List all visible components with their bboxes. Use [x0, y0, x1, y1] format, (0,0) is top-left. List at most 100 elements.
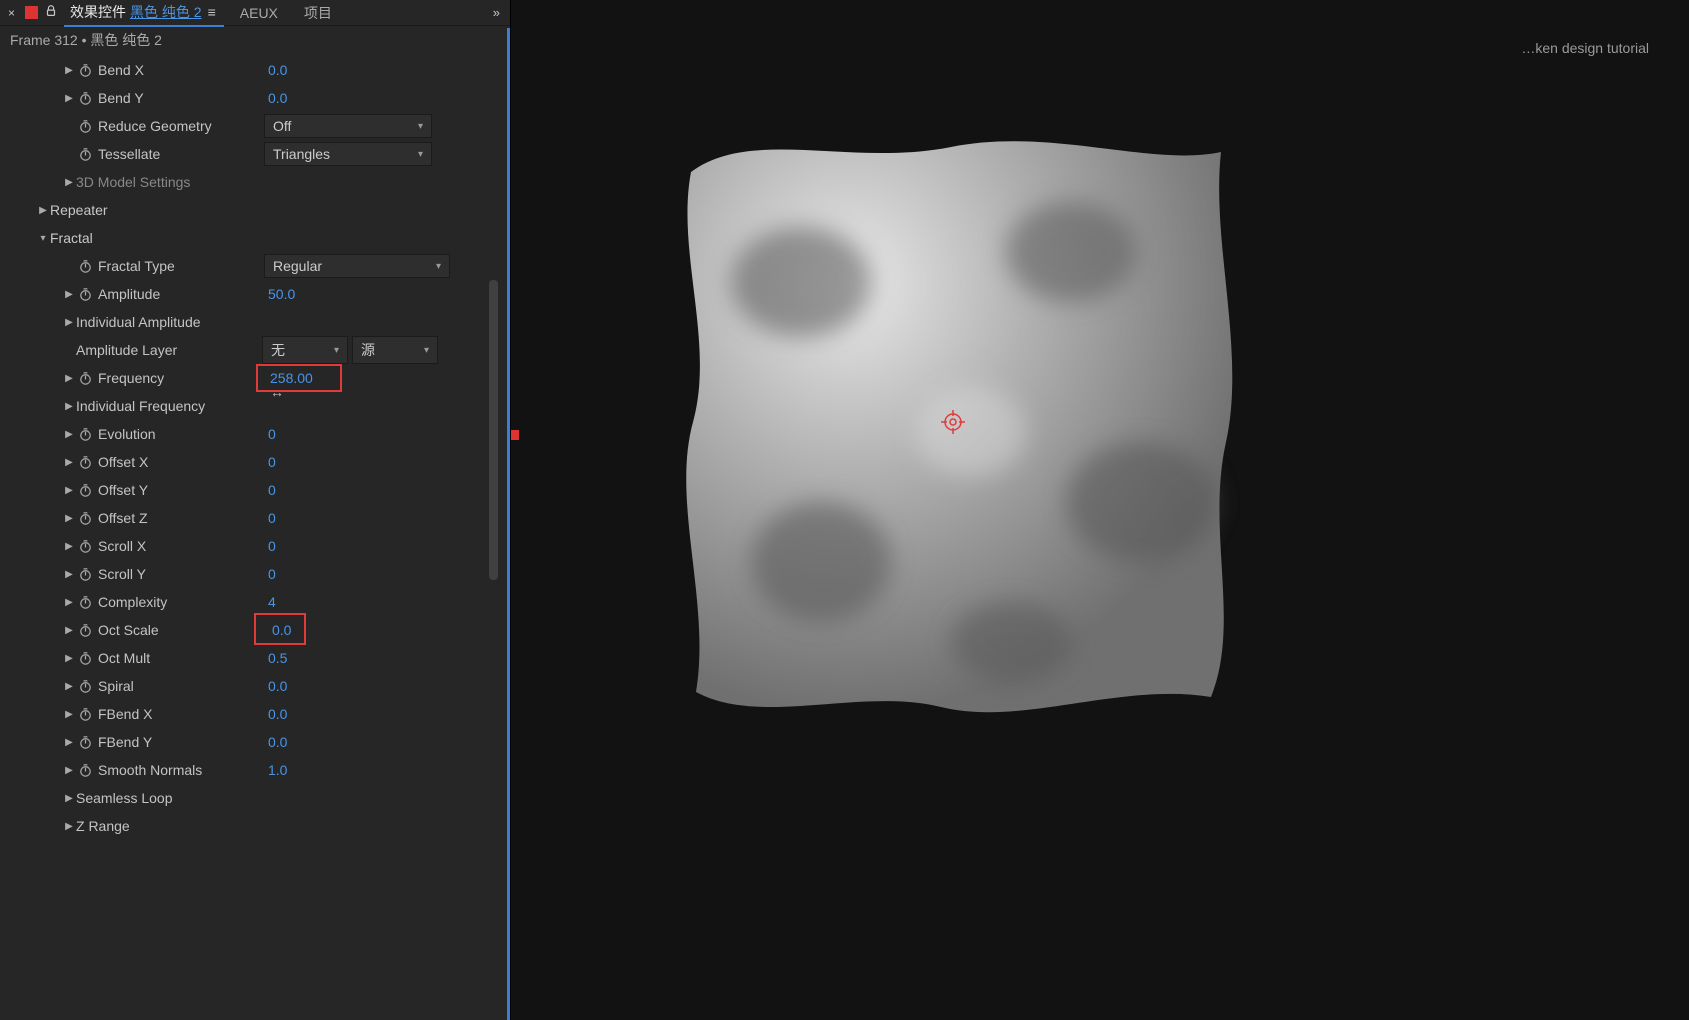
stopwatch-icon[interactable]	[76, 565, 94, 583]
tab-layer-link[interactable]: 黑色 纯色 2	[130, 2, 202, 22]
stopwatch-icon[interactable]	[76, 649, 94, 667]
expand-caret[interactable]: ▶	[62, 791, 76, 805]
stopwatch-icon[interactable]	[76, 425, 94, 443]
stopwatch-icon[interactable]	[76, 369, 94, 387]
prop-value[interactable]: 0	[264, 538, 276, 554]
group-individual-amplitude[interactable]: ▶ Individual Amplitude	[6, 308, 510, 336]
expand-caret[interactable]: ▶	[62, 175, 76, 189]
prop-value[interactable]: 50.0	[264, 286, 295, 302]
tab-close-button[interactable]: ×	[4, 6, 19, 20]
group-seamless-loop[interactable]: ▶ Seamless Loop	[6, 784, 510, 812]
stopwatch-icon[interactable]	[76, 145, 94, 163]
panel-resize-handle[interactable]	[511, 430, 519, 440]
prop-value[interactable]: 1.0	[264, 762, 287, 778]
group-label: Fractal	[50, 230, 93, 246]
expand-caret[interactable]: ▶	[62, 679, 76, 693]
stopwatch-icon[interactable]	[76, 257, 94, 275]
expand-caret[interactable]: ▶	[62, 623, 76, 637]
stopwatch-icon[interactable]	[76, 677, 94, 695]
group-fractal[interactable]: ▾ Fractal	[6, 224, 510, 252]
group-individual-frequency[interactable]: ▶ Individual Frequency	[6, 392, 510, 420]
expand-caret[interactable]: ▶	[62, 819, 76, 833]
prop-value[interactable]: 0.5	[264, 650, 287, 666]
prop-offset-x: ▶ Offset X 0	[6, 448, 510, 476]
composition-viewport[interactable]: …ken design tutorial	[510, 0, 1689, 1020]
chevron-down-icon: ▾	[334, 345, 339, 356]
prop-value[interactable]: 4	[264, 594, 276, 610]
prop-value[interactable]: 0	[264, 454, 276, 470]
expand-caret[interactable]: ▶	[62, 735, 76, 749]
prop-label: Complexity	[98, 594, 264, 610]
group-z-range[interactable]: ▶ Z Range	[6, 812, 510, 840]
prop-reduce-geometry: ▶ Reduce Geometry Off ▾	[6, 112, 510, 140]
expand-caret[interactable]: ▶	[62, 399, 76, 413]
collapse-caret[interactable]: ▾	[36, 231, 50, 245]
fx-indicator-icon	[25, 6, 38, 19]
prop-value[interactable]: 0	[264, 426, 276, 442]
lock-icon[interactable]	[44, 4, 58, 21]
reduce-geometry-dropdown[interactable]: Off ▾	[264, 114, 432, 138]
fractal-type-dropdown[interactable]: Regular ▾	[264, 254, 450, 278]
prop-amplitude-layer: ▶ Amplitude Layer 无 ▾ 源 ▾	[6, 336, 510, 364]
scrollbar-thumb[interactable]	[489, 280, 498, 580]
group-repeater[interactable]: ▶ Repeater	[6, 196, 510, 224]
expand-caret[interactable]: ▶	[62, 287, 76, 301]
expand-caret[interactable]: ▶	[62, 595, 76, 609]
prop-value[interactable]: 0	[264, 482, 276, 498]
expand-caret[interactable]: ▶	[62, 651, 76, 665]
prop-value[interactable]: 0	[264, 510, 276, 526]
stopwatch-icon[interactable]	[76, 61, 94, 79]
stopwatch-icon[interactable]	[76, 705, 94, 723]
stopwatch-icon[interactable]	[76, 481, 94, 499]
prop-value[interactable]: 0	[264, 566, 276, 582]
prop-offset-z: ▶ Offset Z 0	[6, 504, 510, 532]
stopwatch-icon[interactable]	[76, 89, 94, 107]
expand-caret[interactable]: ▶	[62, 455, 76, 469]
prop-value[interactable]: 0.0	[264, 678, 287, 694]
amplitude-layer-dropdown-1[interactable]: 无 ▾	[262, 336, 348, 364]
prop-smooth-normals: ▶ Smooth Normals 1.0	[6, 756, 510, 784]
prop-label: FBend Y	[98, 734, 264, 750]
prop-fbend-x: ▶ FBend X 0.0	[6, 700, 510, 728]
oct-scale-value[interactable]: 0.0	[264, 619, 299, 641]
expand-caret[interactable]: ▶	[62, 707, 76, 721]
tab-menu-icon[interactable]: ≡	[206, 4, 218, 20]
prop-value[interactable]: 0.0	[264, 62, 287, 78]
prop-scroll-x: ▶ Scroll X 0	[6, 532, 510, 560]
stopwatch-icon[interactable]	[76, 593, 94, 611]
group-3d-model-settings[interactable]: ▶ 3D Model Settings	[6, 168, 510, 196]
expand-caret[interactable]: ▶	[62, 483, 76, 497]
tab-overflow-button[interactable]: »	[487, 5, 506, 20]
amplitude-layer-dropdown-2[interactable]: 源 ▾	[352, 336, 438, 364]
tab-aeux[interactable]: AEUX	[230, 2, 288, 24]
prop-value[interactable]: 0.0	[264, 734, 287, 750]
tab-project[interactable]: 项目	[294, 0, 342, 26]
stopwatch-icon[interactable]	[76, 761, 94, 779]
stopwatch-icon[interactable]	[76, 509, 94, 527]
group-label: 3D Model Settings	[76, 174, 510, 190]
stopwatch-icon[interactable]	[76, 285, 94, 303]
expand-caret[interactable]: ▶	[62, 371, 76, 385]
stopwatch-icon[interactable]	[76, 621, 94, 639]
expand-caret[interactable]: ▶	[62, 91, 76, 105]
expand-caret[interactable]: ▶	[62, 763, 76, 777]
prop-value[interactable]: 0.0	[264, 90, 287, 106]
expand-caret[interactable]: ▶	[62, 427, 76, 441]
stopwatch-icon[interactable]	[76, 733, 94, 751]
stopwatch-icon[interactable]	[76, 453, 94, 471]
prop-label: Amplitude	[98, 286, 264, 302]
expand-caret[interactable]: ▶	[62, 63, 76, 77]
expand-caret[interactable]: ▶	[62, 539, 76, 553]
expand-caret[interactable]: ▶	[62, 511, 76, 525]
tab-effect-controls-label: 效果控件	[70, 2, 126, 22]
prop-scroll-y: ▶ Scroll Y 0	[6, 560, 510, 588]
expand-caret[interactable]: ▶	[36, 203, 50, 217]
breadcrumb: Frame 312 • 黑色 纯色 2	[0, 26, 510, 56]
tab-effect-controls[interactable]: 效果控件 黑色 纯色 2 ≡	[64, 0, 224, 27]
prop-value[interactable]: 0.0	[264, 706, 287, 722]
expand-caret[interactable]: ▶	[62, 315, 76, 329]
stopwatch-icon[interactable]	[76, 537, 94, 555]
tessellate-dropdown[interactable]: Triangles ▾	[264, 142, 432, 166]
expand-caret[interactable]: ▶	[62, 567, 76, 581]
stopwatch-icon[interactable]	[76, 117, 94, 135]
